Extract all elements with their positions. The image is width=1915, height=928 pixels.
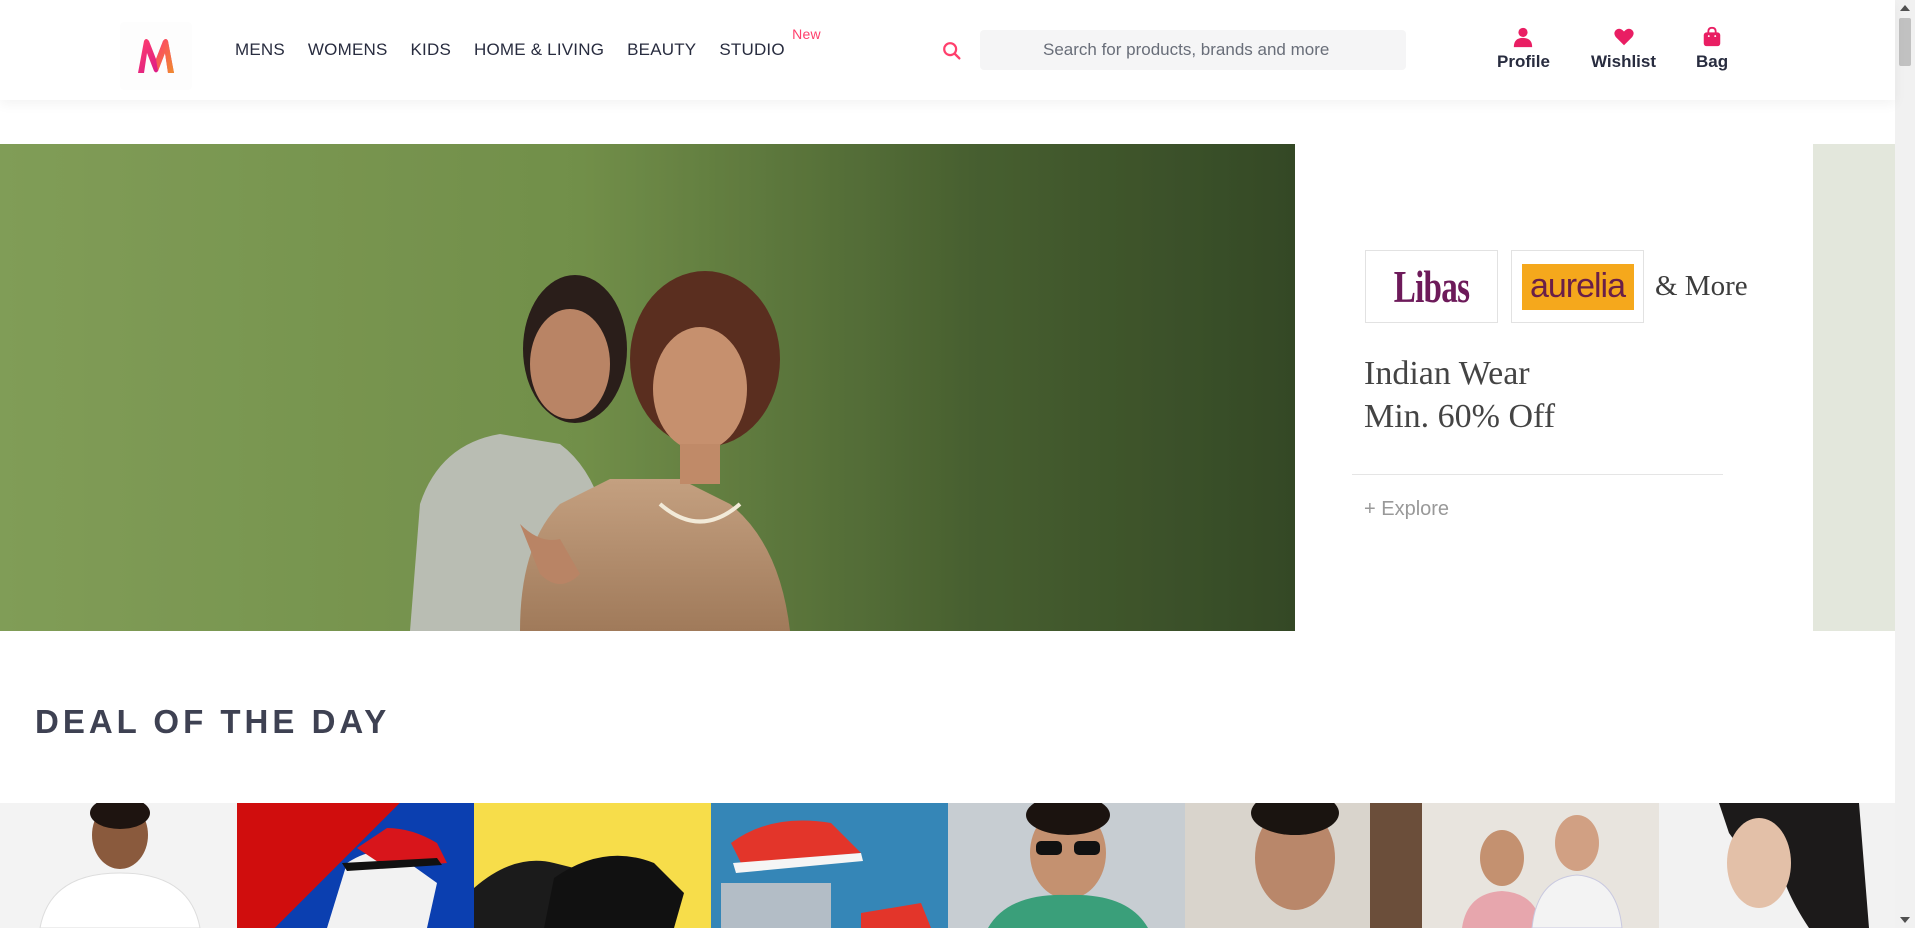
libas-brand-logo[interactable]: Libas xyxy=(1365,250,1498,323)
top-header: MENS WOMENS KIDS HOME & LIVING BEAUTY ST… xyxy=(0,0,1895,100)
deal-card-image xyxy=(988,803,1148,928)
hero-promo-panel: Libas aurelia & More Indian Wear Min. 60… xyxy=(1295,144,1813,631)
deal-card-mens-shirts[interactable] xyxy=(1422,803,1659,928)
hero-title-line1: Indian Wear xyxy=(1364,355,1530,392)
hero-image[interactable] xyxy=(0,144,1295,631)
bag-label: Bag xyxy=(1696,52,1729,71)
deal-card-image xyxy=(721,820,931,928)
and-more-text: & More xyxy=(1655,270,1748,302)
libas-brand-text: Libas xyxy=(1393,261,1470,312)
deal-of-the-day-heading: DEAL OF THE DAY xyxy=(35,703,391,740)
header-actions: Profile Wishlist Bag xyxy=(0,26,1895,76)
scrollbar-thumb[interactable] xyxy=(1899,18,1911,66)
deal-card-sneakers-red[interactable] xyxy=(237,803,474,928)
heart-icon xyxy=(1613,28,1634,46)
explore-link[interactable]: + Explore xyxy=(1364,498,1449,521)
hero-photo xyxy=(0,144,1295,631)
profile-label: Profile xyxy=(1497,52,1550,71)
next-slide-peek[interactable] xyxy=(1813,144,1895,631)
wishlist-button[interactable]: Wishlist xyxy=(1591,26,1656,72)
deal-card-sunglasses[interactable] xyxy=(948,803,1185,928)
aurelia-brand-badge: aurelia xyxy=(1521,263,1634,310)
deal-card-sports-shoes[interactable] xyxy=(711,803,948,928)
deal-card-womens-portrait[interactable] xyxy=(1659,803,1896,928)
deal-card-mens-portrait[interactable] xyxy=(1185,803,1422,928)
aurelia-brand-logo[interactable]: aurelia xyxy=(1511,250,1644,323)
hero-carousel[interactable]: Libas aurelia & More Indian Wear Min. 60… xyxy=(0,144,1895,631)
deal-card-image xyxy=(39,803,201,928)
deal-carousel xyxy=(0,803,1896,928)
hero-title-line2: Min. 60% Off xyxy=(1364,398,1556,435)
aurelia-brand-text: aurelia xyxy=(1529,267,1626,305)
deal-card-image xyxy=(1462,815,1623,928)
wishlist-label: Wishlist xyxy=(1591,52,1657,71)
deal-card-image xyxy=(474,855,684,928)
profile-button[interactable]: Profile xyxy=(1497,26,1550,72)
scroll-down-arrow-icon[interactable] xyxy=(1900,917,1910,923)
page: MENS WOMENS KIDS HOME & LIVING BEAUTY ST… xyxy=(0,0,1915,928)
deal-card-image xyxy=(327,828,447,928)
deal-card-image xyxy=(1719,803,1869,928)
deal-card-black-shoes[interactable] xyxy=(474,803,711,928)
deal-card-mens-tshirt[interactable] xyxy=(0,803,237,928)
scroll-up-arrow-icon[interactable] xyxy=(1900,5,1910,11)
deal-card-image xyxy=(1185,803,1422,928)
bag-button[interactable]: Bag xyxy=(1696,26,1728,72)
hero-offer-title: Indian Wear Min. 60% Off xyxy=(1364,352,1555,438)
page-scrollbar[interactable] xyxy=(1895,0,1915,928)
bag-icon xyxy=(1703,26,1721,47)
hero-divider xyxy=(1352,474,1723,475)
profile-icon xyxy=(1514,27,1533,48)
